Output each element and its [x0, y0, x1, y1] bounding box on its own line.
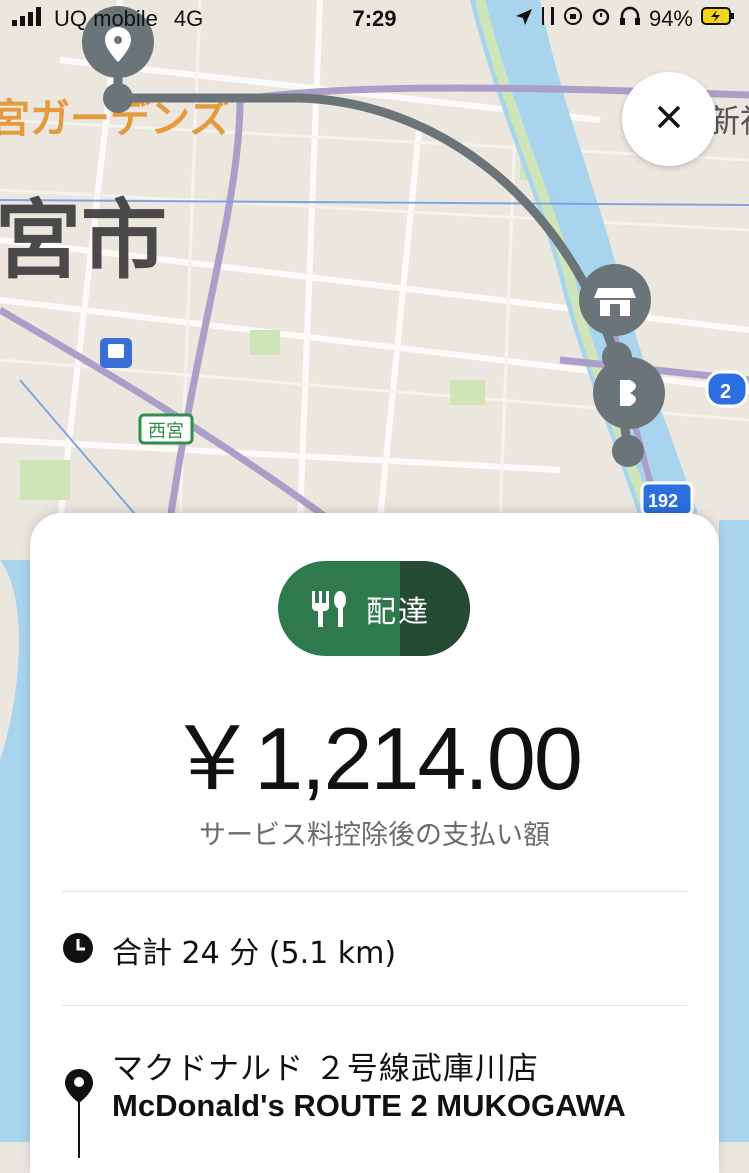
- divider: [62, 891, 687, 892]
- fork-knife-icon: [541, 6, 555, 32]
- clock-icon: [62, 932, 94, 968]
- trip-summary: 合計 24 分 (5.1 km): [112, 936, 397, 971]
- store-icon: [579, 264, 651, 336]
- alarm-icon: [591, 6, 611, 32]
- location-arrow-icon: [515, 6, 533, 32]
- utensils-icon: [308, 589, 348, 629]
- payout-amount: ￥1,214.00: [168, 709, 583, 808]
- status-bar: UQ mobile 4G 7:29 94%: [0, 0, 749, 40]
- customer-marker-icon: [593, 357, 665, 429]
- map-label-nishinomiya: 西宮: [148, 421, 184, 442]
- close-icon: [655, 103, 683, 135]
- battery-charging-icon: [701, 6, 735, 32]
- route-connector: [78, 1098, 80, 1158]
- store-name-jp: マクドナルド ２号線武庫川店: [112, 1051, 539, 1087]
- delivery-badge: 配達: [278, 561, 470, 656]
- route-badge-192: 192: [648, 491, 678, 511]
- map-label-city: 宮市: [0, 191, 167, 291]
- headphones-icon: [619, 6, 641, 32]
- trip-detail-sheet: 配達 ￥1,214.00 サービス料控除後の支払い額 合計 24 分 (5.1 …: [30, 513, 719, 1173]
- store-name-en: McDonald's ROUTE 2 MUKOGAWA: [112, 1088, 626, 1123]
- divider: [62, 1005, 687, 1006]
- route-badge-2: 2: [720, 381, 731, 403]
- close-button[interactable]: [622, 72, 716, 166]
- rotation-lock-icon: [563, 6, 583, 32]
- delivery-badge-label: 配達: [366, 594, 430, 630]
- battery-percent: 94%: [648, 6, 693, 31]
- trip-summary-row: 合計 24 分 (5.1 km): [62, 928, 396, 972]
- payout-subtitle: サービス料控除後の支払い額: [199, 820, 550, 851]
